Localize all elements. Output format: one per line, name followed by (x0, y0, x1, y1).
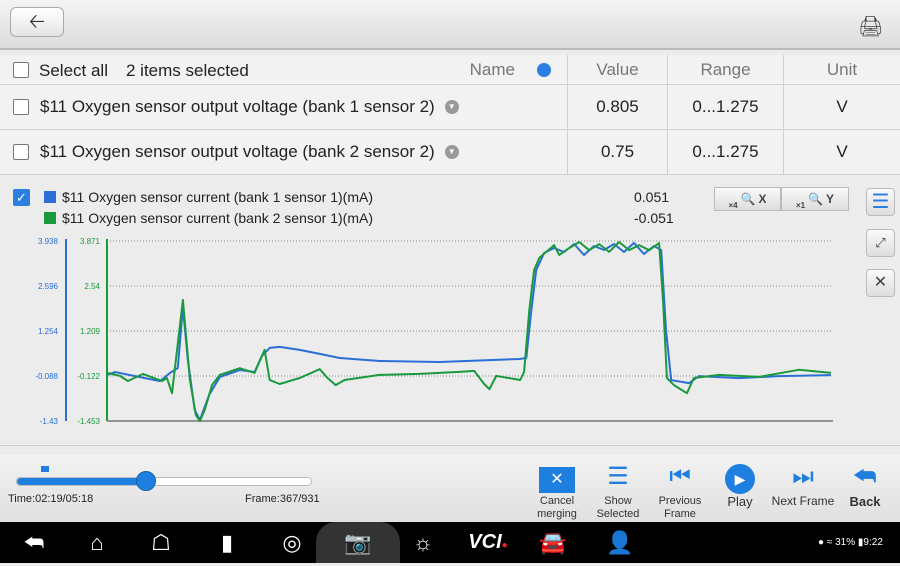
line-chart: 3.871 3.938 2.54 2.596 1.209 1.254 -0.122 -0.08… (35, 237, 833, 426)
selected-count: 2 items selected (126, 61, 249, 80)
next-frame-button[interactable]: ⏭ Next Frame (770, 462, 836, 508)
legend-swatch (44, 212, 56, 224)
next-frame-icon: ⏭ (792, 463, 814, 490)
wifi-icon: ≈ (826, 537, 833, 548)
table-row[interactable]: $11 Oxygen sensor output voltage (bank 1… (0, 85, 900, 130)
legend-value-bank1: 0.051 (634, 189, 670, 205)
back-button[interactable]: 🡠 (10, 7, 64, 37)
table-row[interactable]: $11 Oxygen sensor output voltage (bank 2… (0, 130, 900, 175)
zoom-in-icon: 🔍 (808, 192, 824, 206)
back-button[interactable]: ⮪ Back (844, 462, 886, 508)
bluetooth-icon: ● (818, 537, 825, 548)
car-icon[interactable]: 🚘 (533, 522, 573, 563)
row-range: 0...1.275 (667, 85, 783, 129)
show-selected-button[interactable]: ☰ Show Selected (594, 462, 642, 521)
zoom-x-button[interactable]: ×4 🔍 X (714, 187, 781, 211)
previous-frame-button[interactable]: ⏮ Previous Frame (654, 462, 706, 521)
row-value: 0.75 (567, 130, 667, 174)
back-arrow-icon: 🡠 (28, 11, 46, 33)
recent-apps-icon[interactable]: ▮ (207, 522, 247, 563)
play-button[interactable]: ▶ Play (718, 462, 762, 508)
y-left-tick-label: -1.43 (40, 417, 59, 426)
browser-icon[interactable]: ◎ (272, 522, 312, 563)
car-user-icon[interactable]: 👤 (600, 522, 640, 563)
camera-marker-icon (41, 466, 49, 472)
player-bar (0, 455, 900, 522)
time-readout: Time:02:19/05:18 (8, 493, 94, 505)
nav-back-icon[interactable]: ⮪ (14, 522, 54, 563)
y-left-tick-label: 2.596 (38, 282, 59, 291)
y-right-tick-label: 3.871 (80, 237, 101, 246)
zoom-in-icon: 🔍 (740, 192, 756, 206)
name-column-header[interactable]: Name (400, 55, 567, 84)
clock: 9:22 (863, 537, 883, 548)
y-right-tick-label: -1.453 (77, 417, 100, 426)
row-unit: V (783, 130, 900, 174)
y-right-tick-label: 2.54 (84, 282, 100, 291)
close-icon[interactable]: ✕ (866, 269, 895, 297)
legend-swatch (44, 191, 56, 203)
select-all-label: Select all (39, 61, 108, 80)
frame-readout: Frame:367/931 (245, 493, 320, 505)
row-value: 0.805 (567, 85, 667, 129)
home-icon[interactable]: ⌂ (77, 522, 117, 563)
name-header-label: Name (469, 59, 515, 79)
row-range: 0...1.275 (667, 130, 783, 174)
value-column-header: Value (567, 55, 667, 84)
row-checkbox[interactable] (13, 144, 29, 160)
graph-checkbox[interactable]: ✓ (13, 189, 30, 206)
cancel-merging-button[interactable]: ✕ Cancel merging (532, 462, 582, 521)
dropdown-icon[interactable]: ▼ (444, 145, 459, 159)
y-left-tick-label: 1.254 (38, 327, 59, 336)
y-right-tick-label: -0.122 (77, 372, 100, 381)
cancel-merge-icon: ✕ (532, 462, 582, 493)
zoom-y-button[interactable]: ×1 🔍 Y (781, 187, 849, 211)
previous-frame-icon: ⏮ (669, 463, 691, 490)
row-checkbox[interactable] (13, 99, 29, 115)
y-left-tick-label: 3.938 (38, 237, 59, 246)
y-left-tick-label: -0.088 (35, 372, 58, 381)
system-nav-bar: ⮪ ⌂ ☖ ▮ ◎ 📷 ☼ VCI● 🚘 👤 ● ≈ 31% ▮9:22 (0, 522, 900, 563)
fullscreen-icon[interactable]: ⤢ (866, 229, 895, 257)
legend-value-bank2: -0.051 (634, 210, 674, 226)
legend-item-bank2: $11 Oxygen sensor current (bank 2 sensor… (44, 210, 373, 226)
checklist-icon: ☰ (607, 463, 629, 490)
unit-column-header: Unit (783, 55, 900, 84)
battery-level: 31% (835, 537, 856, 548)
printer-icon[interactable]: 🖨 (858, 14, 884, 38)
table-header: Select all 2 items selected Name Value R… (0, 55, 900, 85)
row-unit: V (783, 85, 900, 129)
play-icon: ▶ (718, 462, 762, 494)
vci-icon[interactable]: VCI● (466, 522, 510, 563)
row-name: $11 Oxygen sensor output voltage (bank 2… (40, 130, 459, 174)
status-area: ● ≈ 31% ▮9:22 (818, 522, 883, 563)
android-home-icon[interactable]: ☖ (141, 522, 181, 563)
row-name: $11 Oxygen sensor output voltage (bank 1… (40, 85, 459, 129)
dropdown-icon[interactable]: ▼ (444, 100, 459, 114)
brightness-icon[interactable]: ☼ (403, 522, 443, 563)
y-right-tick-label: 1.209 (80, 327, 101, 336)
screenshot-camera-icon[interactable]: 📷 (316, 522, 400, 563)
menu-icon[interactable]: ☰ (866, 188, 895, 216)
back-icon: ⮪ (853, 463, 877, 490)
legend-item-bank1: $11 Oxygen sensor current (bank 1 sensor… (44, 189, 373, 205)
top-bar: 🡠 🖨 (0, 0, 900, 50)
range-column-header: Range (667, 55, 783, 84)
select-all-checkbox[interactable] (13, 62, 29, 78)
sort-icon[interactable] (537, 62, 551, 77)
progress-slider[interactable] (16, 477, 312, 486)
